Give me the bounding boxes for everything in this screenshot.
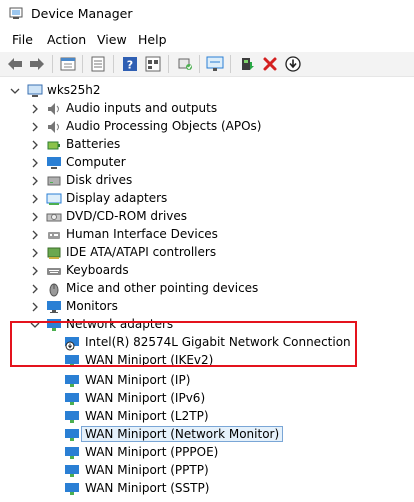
toolbar-separator	[113, 55, 114, 73]
keyboard-icon	[47, 268, 61, 275]
toolbar-separator	[168, 55, 169, 73]
chevron-right-icon[interactable]	[30, 121, 40, 133]
toolbar-separator	[230, 55, 231, 73]
back-arrow-icon[interactable]	[6, 55, 24, 73]
menu-view[interactable]: View	[97, 32, 127, 47]
speaker-icon	[48, 121, 59, 133]
chevron-right-icon[interactable]	[30, 157, 40, 169]
dvd-drive-icon	[46, 213, 62, 222]
menu-action[interactable]: Action	[47, 32, 86, 47]
mouse-icon	[49, 283, 59, 297]
forward-arrow-icon[interactable]	[28, 55, 46, 73]
chevron-down-icon[interactable]	[10, 85, 20, 97]
help-icon[interactable]: ?	[121, 55, 139, 73]
title-bar: Device Manager	[0, 0, 414, 28]
category-label: IDE ATA/ATAPI controllers	[66, 245, 217, 259]
ide-controller-icon	[47, 247, 61, 259]
category-label: Audio inputs and outputs	[66, 101, 218, 115]
network-adapter-icon	[65, 483, 79, 495]
chevron-right-icon[interactable]	[30, 265, 40, 277]
tree-root-label: wks25h2	[47, 83, 101, 97]
toolbar-separator	[52, 55, 53, 73]
toolbar: ?	[0, 52, 414, 77]
category-label: Mice and other pointing devices	[66, 281, 259, 295]
network-adapter-icon	[65, 393, 79, 405]
network-adapter-icon	[65, 375, 79, 387]
svg-text:?: ?	[127, 59, 133, 72]
device-label: WAN Miniport (PPPOE)	[85, 445, 219, 459]
monitor-icon	[47, 301, 61, 313]
computer-icon	[47, 157, 61, 169]
device-label: WAN Miniport (SSTP)	[85, 481, 210, 495]
disk-drive-icon	[47, 176, 61, 186]
chevron-right-icon[interactable]	[30, 247, 40, 259]
network-adapter-icon	[65, 465, 79, 477]
chevron-right-icon[interactable]	[30, 283, 40, 295]
category-label: Computer	[66, 155, 126, 169]
battery-icon	[47, 141, 60, 150]
disable-device-icon[interactable]	[284, 55, 302, 73]
show-hide-icon[interactable]	[89, 55, 107, 73]
device-label: WAN Miniport (IPv6)	[85, 391, 206, 405]
computer-icon	[27, 84, 43, 97]
chevron-right-icon[interactable]	[30, 229, 40, 241]
category-label: Monitors	[66, 299, 118, 313]
category-label: Audio Processing Objects (APOs)	[66, 119, 262, 133]
window-title: Device Manager	[31, 6, 133, 21]
chevron-right-icon[interactable]	[30, 211, 40, 223]
chevron-right-icon[interactable]	[30, 103, 40, 115]
menu-bar: File Action View Help	[0, 30, 414, 50]
network-adapter-icon	[65, 447, 79, 459]
scan-hardware-icon[interactable]	[176, 55, 194, 73]
device-label: WAN Miniport (PPTP)	[85, 463, 209, 477]
chevron-right-icon[interactable]	[30, 139, 40, 151]
menu-help[interactable]: Help	[138, 32, 167, 47]
category-label: Disk drives	[66, 173, 133, 187]
device-label: WAN Miniport (IP)	[85, 373, 191, 387]
category-label: DVD/CD-ROM drives	[66, 209, 188, 223]
display-adapter-icon	[46, 193, 62, 205]
toolbar-separator	[199, 55, 200, 73]
chevron-right-icon[interactable]	[30, 301, 40, 313]
device-manager-icon	[9, 7, 23, 19]
annotation-highlight-box	[10, 321, 357, 367]
monitor-icon[interactable]	[206, 55, 224, 73]
category-label: Batteries	[66, 137, 121, 151]
uninstall-icon[interactable]	[261, 55, 279, 73]
network-adapter-icon	[65, 429, 79, 441]
chevron-right-icon[interactable]	[30, 193, 40, 205]
update-driver-icon[interactable]	[238, 55, 256, 73]
hid-icon	[48, 232, 60, 239]
toolbar-separator	[82, 55, 83, 73]
chevron-right-icon[interactable]	[30, 175, 40, 187]
view-by-icon[interactable]	[144, 55, 162, 73]
device-tree[interactable]: wks25h2 Audio inputs and outputs Audio P…	[0, 78, 414, 502]
category-label: Keyboards	[66, 263, 129, 277]
category-label: Human Interface Devices	[66, 227, 218, 241]
device-label: WAN Miniport (L2TP)	[85, 409, 209, 423]
menu-file[interactable]: File	[12, 32, 33, 47]
category-label: Display adapters	[66, 191, 168, 205]
properties-icon[interactable]	[59, 55, 77, 73]
network-adapter-icon	[65, 411, 79, 423]
speaker-icon	[48, 103, 59, 115]
device-label: WAN Miniport (Network Monitor)	[80, 426, 284, 442]
